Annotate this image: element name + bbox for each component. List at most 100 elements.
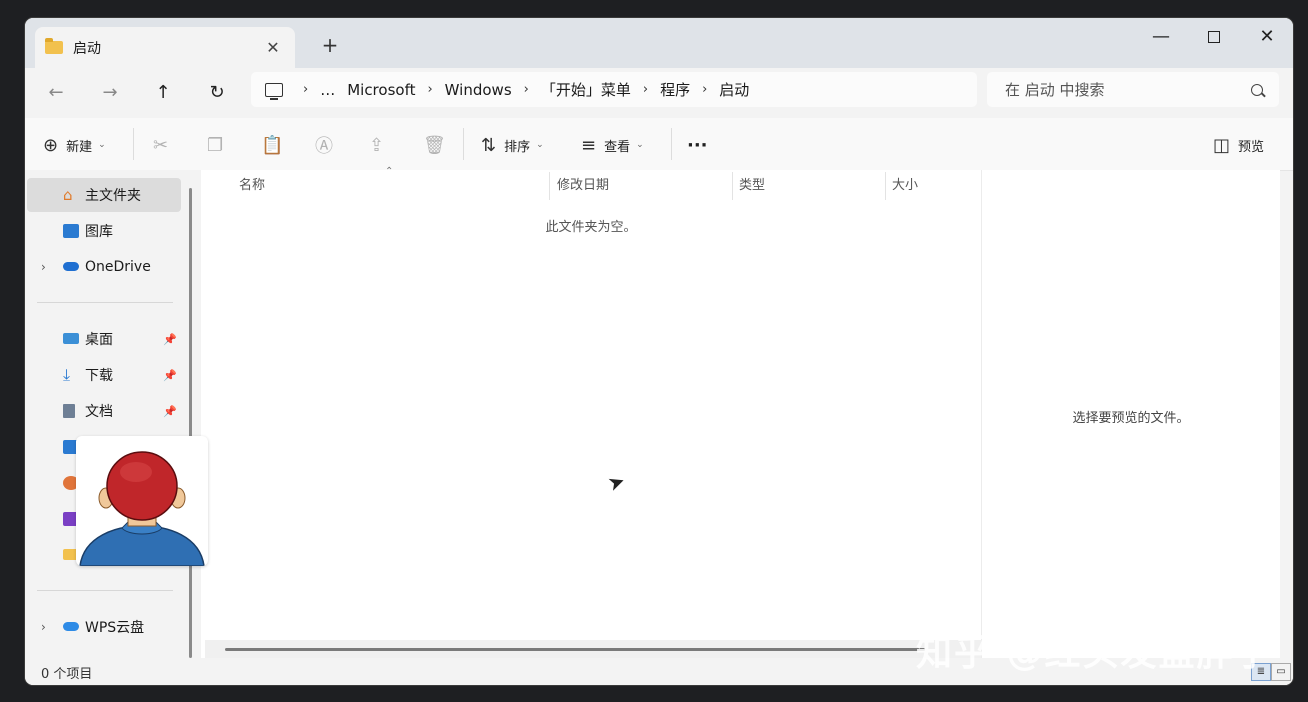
mouse-cursor-icon: ➤	[604, 467, 629, 497]
copy-button[interactable]: ❐	[207, 130, 231, 160]
file-explorer-window: 启动 ✕ + — ✕ ← → ↑ ↻ › … Microsoft › Windo…	[25, 18, 1293, 685]
delete-button[interactable]: 🗑	[423, 130, 454, 160]
search-input[interactable]	[1003, 79, 1251, 100]
sidebar-item-gallery[interactable]: 图库	[27, 214, 181, 248]
chevron-right-icon[interactable]: ›	[303, 82, 308, 97]
paste-button[interactable]: 📋	[261, 130, 291, 160]
column-divider[interactable]	[732, 172, 733, 200]
new-label: 新建	[66, 139, 93, 155]
item-count: 0 个项目	[41, 667, 93, 682]
sidebar-item-onedrive[interactable]: › OneDrive	[27, 250, 181, 284]
forward-button[interactable]: →	[93, 78, 127, 108]
arrow-left-icon: ←	[48, 82, 64, 103]
column-divider[interactable]	[549, 172, 550, 200]
tab-startup[interactable]: 启动 ✕	[35, 27, 295, 68]
chevron-right-icon[interactable]: ›	[702, 82, 707, 97]
sort-label: 排序	[504, 139, 531, 155]
sidebar-item-wps-cloud[interactable]: › WPS云盘	[27, 610, 181, 644]
avatar-illustration	[79, 451, 205, 566]
download-icon: ⤓	[63, 365, 71, 384]
sidebar-divider	[37, 302, 173, 303]
rename-icon: Ⓐ	[315, 136, 333, 157]
chevron-right-icon[interactable]: ›	[643, 82, 648, 97]
scissors-icon: ✂	[153, 134, 169, 156]
chevron-down-icon: ⌄	[636, 140, 644, 150]
breadcrumb-start-menu[interactable]: 「开始」菜单	[541, 79, 631, 100]
close-tab-button[interactable]: ✕	[261, 38, 285, 57]
share-button[interactable]: ⇪	[369, 130, 392, 160]
cut-button[interactable]: ✂	[153, 130, 176, 160]
chevron-down-icon: ⌄	[98, 140, 106, 150]
preview-pane: 选择要预览的文件。	[981, 170, 1280, 658]
minimize-button[interactable]: —	[1135, 22, 1187, 54]
address-bar[interactable]: › … Microsoft › Windows › 「开始」菜单 › 程序 › …	[251, 72, 977, 107]
search-icon[interactable]	[1251, 83, 1263, 96]
arrow-right-icon: →	[102, 82, 118, 103]
column-header-name[interactable]: 名称	[239, 174, 265, 198]
chevron-down-icon: ⌄	[536, 140, 544, 150]
gallery-icon	[63, 224, 79, 238]
preview-pane-button[interactable]: ◫ 预览	[1213, 130, 1264, 160]
clipboard-icon: 📋	[261, 134, 284, 156]
new-button[interactable]: ⊕ 新建 ⌄	[43, 130, 106, 160]
toolbar-divider	[671, 128, 672, 160]
column-header-date-modified[interactable]: 修改日期	[557, 174, 609, 198]
close-window-button[interactable]: ✕	[1241, 22, 1293, 54]
title-bar: 启动 ✕ + — ✕	[25, 18, 1293, 68]
toolbar-divider	[463, 128, 464, 160]
home-icon: ⌂	[63, 186, 73, 204]
chevron-right-icon[interactable]: ›	[41, 620, 46, 634]
pin-icon[interactable]: 📌	[163, 333, 177, 346]
up-button[interactable]: ↑	[146, 78, 180, 108]
desktop-icon	[63, 333, 79, 344]
plus-circle-icon: ⊕	[43, 134, 59, 156]
search-box[interactable]	[987, 72, 1279, 107]
maximize-icon	[1208, 31, 1220, 43]
sidebar-item-documents[interactable]: 文档 📌	[27, 394, 181, 428]
sort-icon: ⇅	[481, 134, 497, 156]
toolbar-divider	[133, 128, 134, 160]
horizontal-scrollbar[interactable]	[225, 648, 925, 651]
preview-pane-icon: ◫	[1213, 134, 1231, 156]
file-list: ⌃ 名称 修改日期 类型 大小 此文件夹为空。 ➤	[201, 166, 981, 658]
sidebar-scrollbar[interactable]	[189, 188, 192, 658]
copy-icon: ❐	[207, 134, 224, 156]
pin-icon[interactable]: 📌	[163, 369, 177, 382]
chevron-right-icon[interactable]: ›	[41, 260, 46, 274]
rename-button[interactable]: Ⓐ	[315, 130, 341, 160]
refresh-button[interactable]: ↻	[200, 78, 234, 108]
list-icon: ≡	[581, 134, 597, 156]
sidebar-item-downloads[interactable]: ⤓ 下载 📌	[27, 358, 181, 392]
sidebar-item-desktop[interactable]: 桌面 📌	[27, 322, 181, 356]
pin-icon[interactable]: 📌	[163, 405, 177, 418]
preview-message: 选择要预览的文件。	[1072, 411, 1190, 426]
column-header-type[interactable]: 类型	[739, 174, 765, 198]
new-tab-button[interactable]: +	[317, 32, 343, 58]
empty-folder-message: 此文件夹为空。	[545, 220, 637, 235]
breadcrumb-windows[interactable]: Windows	[445, 81, 512, 99]
sidebar-item-home[interactable]: ⌂ 主文件夹	[27, 178, 181, 212]
view-button[interactable]: ≡ 查看 ⌄	[581, 130, 644, 160]
cloud-icon	[63, 622, 79, 631]
folder-icon	[45, 38, 63, 54]
watermark: 知乎 @红头发蓝胖子	[916, 633, 1273, 674]
back-button[interactable]: ←	[39, 78, 73, 108]
breadcrumb-startup[interactable]: 启动	[719, 79, 749, 100]
chevron-right-icon[interactable]: ›	[427, 82, 432, 97]
tiles-view-button[interactable]: ▭	[1271, 663, 1291, 681]
column-divider[interactable]	[885, 172, 886, 200]
breadcrumb-overflow[interactable]: …	[320, 81, 335, 99]
cloud-icon	[63, 262, 79, 271]
presenter-avatar	[76, 436, 208, 566]
maximize-button[interactable]	[1188, 22, 1240, 54]
sort-button[interactable]: ⇅ 排序 ⌄	[481, 130, 544, 160]
column-header-size[interactable]: 大小	[892, 174, 918, 198]
navigation-pane: ⌂ 主文件夹 图库 › OneDrive 桌面 📌 ⤓ 下载 📌 文档 📌 › …	[25, 170, 201, 658]
chevron-right-icon[interactable]: ›	[524, 82, 529, 97]
more-options-button[interactable]: ···	[687, 130, 708, 160]
view-label: 查看	[604, 139, 631, 155]
refresh-icon: ↻	[209, 82, 225, 103]
breadcrumb-microsoft[interactable]: Microsoft	[347, 81, 415, 99]
computer-icon	[265, 82, 283, 100]
breadcrumb-programs[interactable]: 程序	[660, 79, 690, 100]
